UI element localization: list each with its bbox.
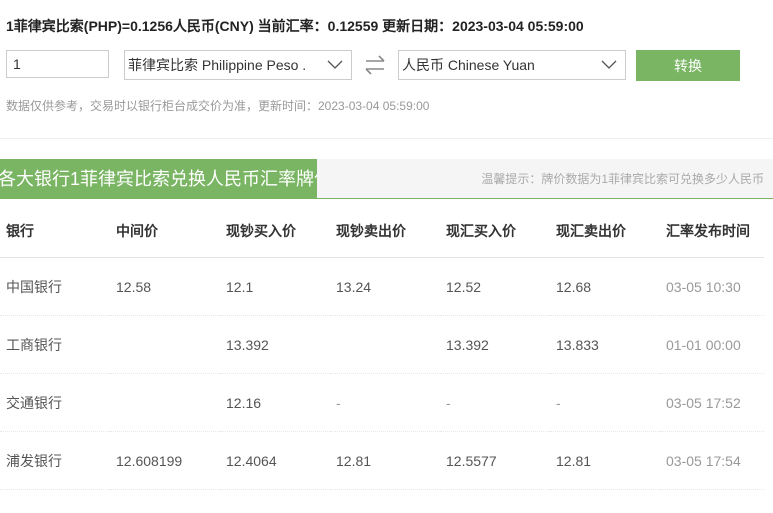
publish-time: 03-05 10:30	[660, 257, 764, 316]
cash-sell-rate	[330, 315, 440, 374]
chevron-down-icon	[327, 60, 343, 69]
table-row: 工商银行 13.392 13.392 13.833 01-01 00:00	[0, 315, 764, 374]
spot-buy-rate: 12.52	[440, 257, 550, 316]
to-currency-label: 人民币 Chinese Yuan	[402, 57, 535, 73]
table-row: 交通银行 12.16 - - - 03-05 17:52	[0, 373, 764, 432]
column-header: 银行	[0, 205, 110, 258]
column-header: 现钞买入价	[220, 205, 330, 258]
column-header: 现汇卖出价	[550, 205, 660, 258]
rate-headline: 1菲律宾比索(PHP)=0.1256人民币(CNY) 当前汇率：0.12559 …	[6, 18, 584, 34]
bank-rates-table: 银行 中间价 现钞买入价 现钞卖出价 现汇买入价 现汇卖出价 汇率发布时间 中国…	[0, 205, 764, 490]
swap-currencies-icon[interactable]	[362, 52, 388, 78]
spot-sell-rate: 12.68	[550, 257, 660, 316]
spot-buy-rate: 12.5577	[440, 431, 550, 490]
bank-rates-header: 各大银行1菲律宾比索兑换人民币汇率牌价表 温馨提示：牌价数据为1菲律宾比索可兑换…	[0, 159, 773, 199]
table-row: 浦发银行 12.608199 12.4064 12.81 12.5577 12.…	[0, 431, 764, 490]
currency-converter: 菲律宾比索 Philippine Peso . 人民币 Chinese Yuan…	[6, 50, 746, 81]
middle-rate	[110, 315, 220, 374]
spot-sell-rate: 12.81	[550, 431, 660, 490]
middle-rate	[110, 373, 220, 432]
cash-buy-rate: 12.4064	[220, 431, 330, 490]
section-title: 各大银行1菲律宾比索兑换人民币汇率牌价表	[0, 159, 317, 199]
publish-time: 01-01 00:00	[660, 315, 764, 374]
from-currency-select[interactable]: 菲律宾比索 Philippine Peso .	[124, 50, 352, 80]
column-header: 现钞卖出价	[330, 205, 440, 258]
to-currency-select[interactable]: 人民币 Chinese Yuan	[398, 50, 626, 80]
disclaimer-text: 数据仅供参考，交易时以银行柜台成交价为准，更新时间：2023-03-04 05:…	[6, 99, 430, 113]
exchange-rate-page: 1菲律宾比索(PHP)=0.1256人民币(CNY) 当前汇率：0.12559 …	[0, 0, 773, 513]
bank-name: 中国银行	[0, 257, 110, 316]
cash-sell-rate: -	[330, 373, 440, 432]
column-header: 汇率发布时间	[660, 205, 764, 258]
middle-rate: 12.58	[110, 257, 220, 316]
bank-name: 工商银行	[0, 315, 110, 374]
cash-buy-rate: 12.1	[220, 257, 330, 316]
section-tip: 温馨提示：牌价数据为1菲律宾比索可兑换多少人民币	[481, 172, 764, 186]
spot-buy-rate: -	[440, 373, 550, 432]
from-currency-label: 菲律宾比索 Philippine Peso .	[128, 57, 307, 73]
section-divider	[0, 138, 773, 139]
column-header: 现汇买入价	[440, 205, 550, 258]
cash-buy-rate: 13.392	[220, 315, 330, 374]
publish-time: 03-05 17:52	[660, 373, 764, 432]
convert-button[interactable]: 转换	[636, 50, 740, 81]
cash-sell-rate: 12.81	[330, 431, 440, 490]
chevron-down-icon	[601, 60, 617, 69]
bank-name: 浦发银行	[0, 431, 110, 490]
amount-input[interactable]	[6, 50, 109, 78]
spot-sell-rate: 13.833	[550, 315, 660, 374]
cash-sell-rate: 13.24	[330, 257, 440, 316]
table-header-row: 银行 中间价 现钞买入价 现钞卖出价 现汇买入价 现汇卖出价 汇率发布时间	[0, 205, 764, 258]
spot-buy-rate: 13.392	[440, 315, 550, 374]
column-header: 中间价	[110, 205, 220, 258]
spot-sell-rate: -	[550, 373, 660, 432]
middle-rate: 12.608199	[110, 431, 220, 490]
bank-name: 交通银行	[0, 373, 110, 432]
publish-time: 03-05 17:54	[660, 431, 764, 490]
cash-buy-rate: 12.16	[220, 373, 330, 432]
table-row: 中国银行 12.58 12.1 13.24 12.52 12.68 03-05 …	[0, 257, 764, 316]
